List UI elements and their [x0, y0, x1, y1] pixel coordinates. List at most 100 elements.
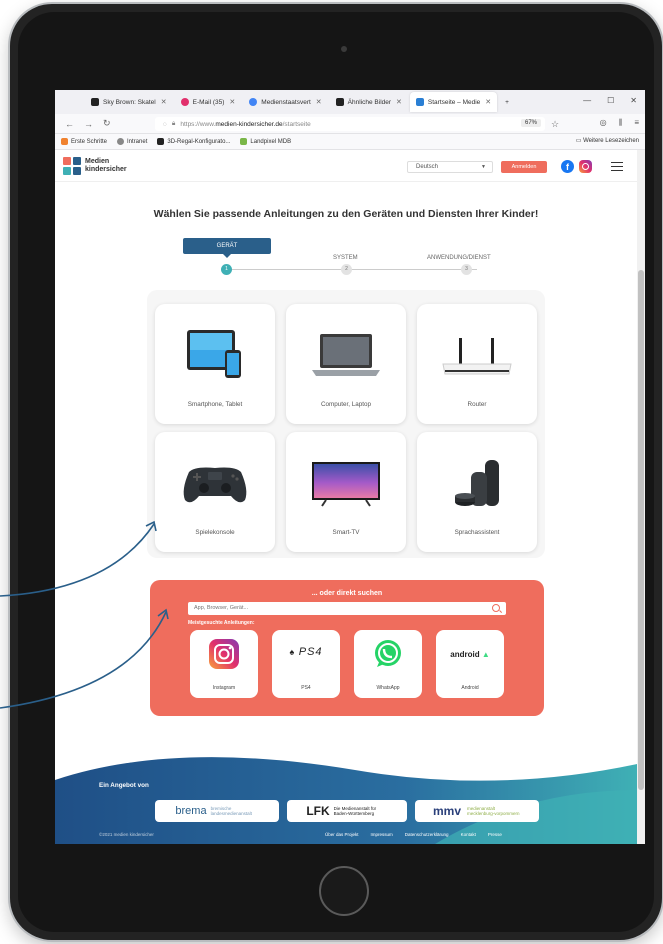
hamburger-menu-icon[interactable] [611, 162, 623, 171]
url-bar[interactable]: ◌ 🔒︎ https://www. medien-kindersicher.de /… [155, 117, 545, 131]
minimize-icon[interactable]: — [583, 96, 591, 105]
step-dot-2[interactable]: 2 [341, 264, 352, 275]
bookmark-star-icon[interactable]: ☆ [551, 119, 559, 130]
forward-icon[interactable]: → [84, 119, 93, 129]
site-header: Medien kindersicher Deutsch ▼ Anmelden f [55, 150, 637, 182]
step-label-device[interactable]: GERÄT [183, 238, 271, 258]
language-select[interactable]: Deutsch ▼ [407, 161, 493, 173]
maximize-icon[interactable]: ☐ [607, 96, 614, 105]
device-card-voice-assistant[interactable]: Sprachassistent [417, 432, 537, 552]
url-domain: medien-kindersicher.de [215, 120, 283, 128]
device-label: Smart-TV [332, 529, 360, 536]
window-close-icon[interactable]: ✕ [630, 96, 637, 105]
tab-favicon-icon [249, 98, 258, 106]
laptop-icon [312, 334, 380, 376]
url-prefix: https://www. [180, 120, 216, 128]
toolbar-right: ◎ ⫼ ≡ [600, 118, 639, 128]
back-icon[interactable]: ← [65, 119, 74, 129]
site-logo[interactable]: Medien kindersicher [63, 157, 127, 175]
footer-link-about[interactable]: Über das Projekt [325, 832, 359, 837]
tablet-frame: Sky Brown: Skatel ✕ E-Mail (35) ✕ Medienst… [10, 4, 662, 940]
tv-icon [312, 462, 380, 507]
app-name: Android [461, 685, 479, 691]
new-tab-button[interactable]: + [499, 92, 515, 112]
device-card-game-console[interactable]: Spielekonsole [155, 432, 275, 552]
partner-lfk[interactable]: LFK Die Medienanstalt für Baden-Württembe… [287, 800, 407, 822]
popular-label: Meistgesuchte Anleitungen: [188, 620, 255, 626]
device-card-router[interactable]: Router [417, 304, 537, 424]
close-icon[interactable]: ✕ [316, 98, 322, 106]
close-icon[interactable]: ✕ [161, 98, 167, 106]
footer-link-imprint[interactable]: Impressum [371, 832, 393, 837]
page-scrollbar[interactable] [637, 150, 645, 844]
login-button[interactable]: Anmelden [501, 161, 547, 173]
footer-link-contact[interactable]: Kontakt [461, 832, 476, 837]
tab-favicon-icon [415, 98, 424, 106]
browser-tab-3[interactable]: Medienstaatsvert ✕ [243, 92, 327, 112]
step-line [227, 269, 477, 270]
camera-icon [341, 46, 347, 52]
tab-favicon-icon [335, 98, 344, 106]
app-card-whatsapp[interactable]: WhatsApp [354, 630, 422, 698]
step-dot-3[interactable]: 3 [461, 264, 472, 275]
close-icon[interactable]: ✕ [229, 98, 235, 106]
tab-favicon-icon [91, 98, 99, 106]
window-controls: — ☐ ✕ [583, 96, 637, 105]
smart-speaker-icon [455, 460, 499, 506]
tab-favicon-icon [180, 98, 189, 106]
search-input[interactable] [188, 602, 506, 615]
device-card-smartphone-tablet[interactable]: Smartphone, Tablet [155, 304, 275, 424]
tab-bar: Sky Brown: Skatel ✕ E-Mail (35) ✕ Medienst… [55, 90, 645, 114]
partner-mmv[interactable]: mmv medienanstalt mecklenburg-vorpommern [415, 800, 539, 822]
app-card-android[interactable]: android ▲ Android [436, 630, 504, 698]
step-label-app[interactable]: ANWENDUNG/DIENST [427, 255, 491, 261]
close-icon[interactable]: ✕ [396, 98, 402, 106]
browser-tab-active[interactable]: Startseite – Medie ✕ [409, 92, 498, 112]
bookmark-icon [61, 138, 68, 145]
mmv-logo-icon: mmv [432, 804, 461, 818]
bookmark-item[interactable]: Landpixel MDB [240, 138, 291, 145]
ps4-logo-icon: ♠ PS4 [289, 646, 323, 658]
logo-line-1: Medien [85, 158, 110, 165]
step-label-system[interactable]: SYSTEM [333, 255, 358, 261]
device-card-computer-laptop[interactable]: Computer, Laptop [286, 304, 406, 424]
bookmarks-bar: Erste Schritte Intranet 3D-Regal-Konfigu… [55, 134, 645, 150]
bookmark-icon [240, 138, 248, 145]
logo-mark-icon [63, 157, 81, 175]
bookmark-item[interactable]: Erste Schritte [61, 138, 107, 145]
footer-links: Über das Projekt Impressum Datenschutzer… [325, 832, 502, 837]
library-icon[interactable]: ⫼ [619, 118, 623, 128]
device-card-smart-tv[interactable]: Smart-TV [286, 432, 406, 552]
partner-brema[interactable]: brema bremische landesmedienanstalt [155, 800, 279, 822]
android-logo-icon: android ▲ [450, 650, 490, 659]
search-icon[interactable] [492, 604, 500, 612]
pocket-icon[interactable]: ◎ [600, 118, 607, 128]
footer-link-privacy[interactable]: Datenschutzerklärung [405, 832, 449, 837]
instagram-header-icon[interactable] [579, 160, 592, 173]
browser-tab-1[interactable]: Sky Brown: Skatel ✕ [85, 92, 173, 112]
whatsapp-icon [375, 640, 401, 667]
more-bookmarks[interactable]: ▭ Weitere Lesezeichen [576, 137, 639, 144]
zoom-level[interactable]: 67% [520, 119, 541, 127]
app-card-ps4[interactable]: ♠ PS4 PS4 [272, 630, 340, 698]
browser-tab-2[interactable]: E-Mail (35) ✕ [175, 92, 242, 112]
bookmark-icon [157, 138, 165, 145]
footer-link-press[interactable]: Presse [488, 832, 502, 837]
lfk-logo-icon: LFK [306, 804, 330, 818]
app-card-instagram[interactable]: Instagram [190, 630, 258, 698]
search-title: ... oder direkt suchen [311, 590, 383, 597]
app-menu-icon[interactable]: ≡ [634, 118, 639, 128]
browser-screen: Sky Brown: Skatel ✕ E-Mail (35) ✕ Medienst… [55, 90, 645, 844]
brema-logo-icon: brema [175, 805, 207, 817]
bookmark-item[interactable]: 3D-Regal-Konfigurato... [157, 138, 230, 145]
footer-background [55, 757, 637, 844]
step-dot-1[interactable]: 1 [221, 264, 232, 275]
close-icon[interactable]: ✕ [485, 98, 491, 106]
browser-tab-4[interactable]: Ähnliche Bilder ✕ [330, 92, 408, 112]
facebook-icon[interactable]: f [561, 160, 574, 173]
reload-icon[interactable]: ↻ [103, 118, 111, 129]
home-button[interactable] [319, 866, 369, 916]
scroll-thumb[interactable] [638, 270, 644, 790]
footer-heading: Ein Angebot von [99, 782, 149, 789]
bookmark-item[interactable]: Intranet [117, 138, 147, 145]
